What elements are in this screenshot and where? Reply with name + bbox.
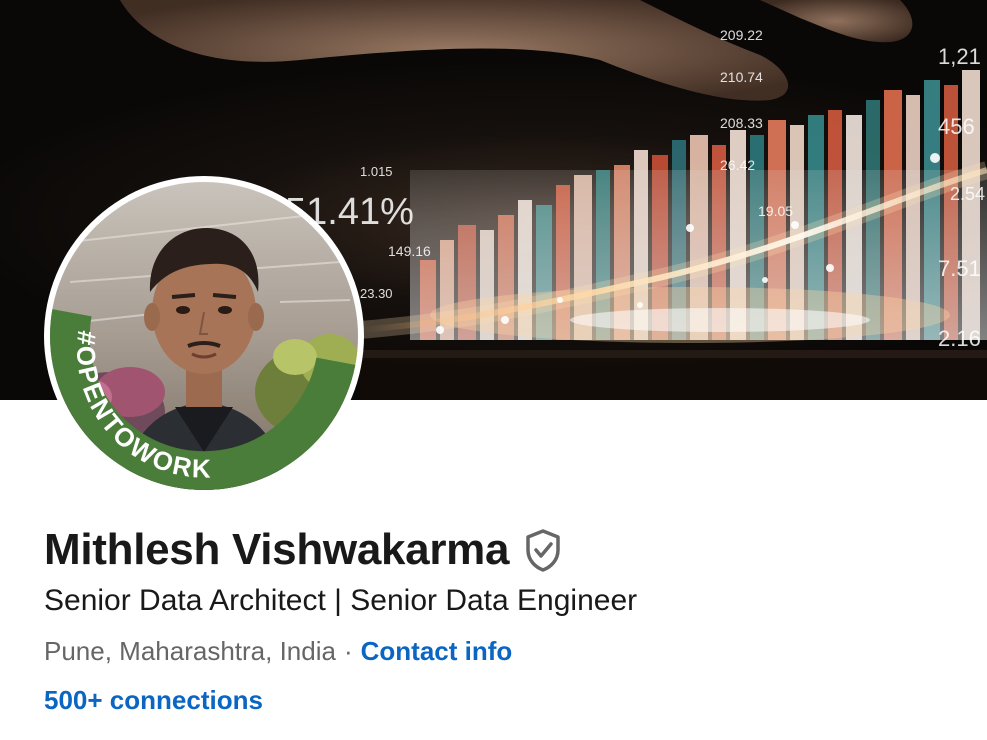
banner-number: 23.30 [360, 286, 393, 301]
banner-number: 2.16 [938, 326, 981, 351]
avatar-illustration: #OPENTOWORK [50, 182, 358, 490]
banner-number: 7.51 [938, 256, 981, 281]
banner-number: 210.74 [720, 69, 763, 85]
banner-number: 208.33 [720, 115, 763, 131]
banner-number: 1.015 [360, 164, 393, 179]
profile-name: Mithlesh Vishwakarma [44, 525, 510, 574]
connections-row: 500+ connections [44, 685, 637, 716]
connections-link[interactable]: 500+ connections [44, 685, 263, 715]
contact-info-link[interactable]: Contact info [361, 636, 513, 667]
profile-location: Pune, Maharashtra, India [44, 636, 336, 666]
separator-dot: · [343, 636, 353, 666]
banner-number: 19.05 [758, 203, 793, 219]
verified-shield-icon[interactable] [523, 528, 563, 572]
location-row: Pune, Maharashtra, India · Contact info [44, 636, 637, 667]
profile-info: Mithlesh Vishwakarma Senior Data Archite… [44, 520, 637, 716]
banner-number: 2.54 [950, 184, 985, 204]
profile-headline: Senior Data Architect | Senior Data Engi… [44, 584, 638, 617]
banner-number: 456 [938, 114, 975, 139]
banner-number: 149.16 [388, 243, 431, 259]
banner-number: 26.42 [720, 157, 755, 173]
banner-number: 209.22 [720, 27, 763, 43]
profile-photo[interactable]: #OPENTOWORK [44, 176, 364, 496]
profile-card: 209.22 210.74 208.33 26.42 1.015 51.41% … [0, 0, 987, 740]
avatar: #OPENTOWORK [50, 182, 358, 490]
name-row: Mithlesh Vishwakarma [44, 520, 637, 580]
banner-number: 1,21 [938, 44, 981, 69]
